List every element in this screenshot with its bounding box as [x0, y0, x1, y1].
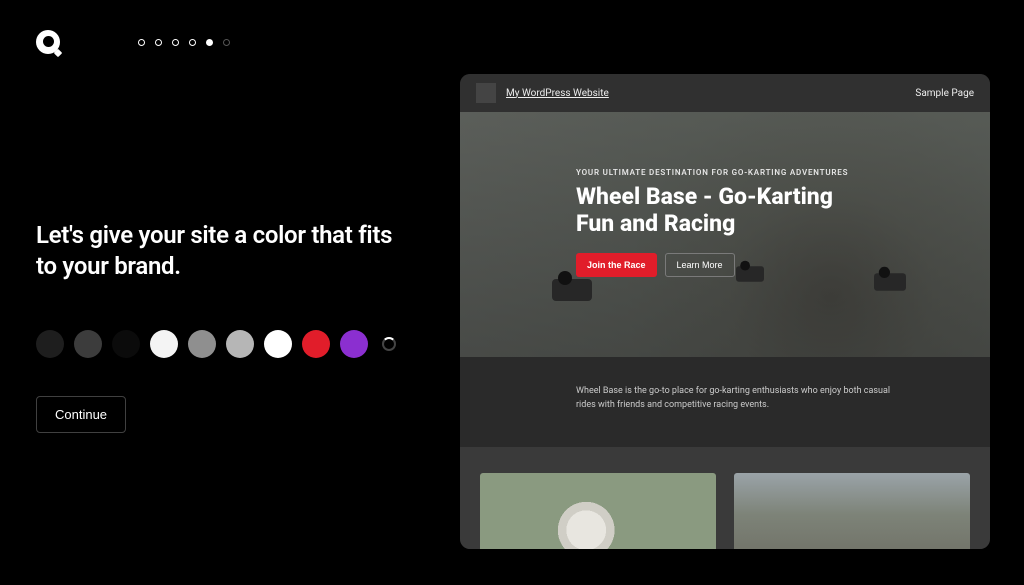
- hero-illustration-kart: [552, 279, 592, 301]
- hero-title: Wheel Base - Go-Karting Fun and Racing: [576, 183, 876, 237]
- color-swatch-light-gray[interactable]: [188, 330, 216, 358]
- color-swatch-black[interactable]: [112, 330, 140, 358]
- color-swatch-row: [36, 330, 396, 358]
- site-preview: My WordPress Website Sample Page YOUR UL…: [460, 74, 990, 549]
- hero-illustration-kart: [874, 273, 906, 291]
- intro-section: Wheel Base is the go-to place for go-kar…: [460, 357, 990, 447]
- hero-eyebrow: YOUR ULTIMATE DESTINATION FOR GO-KARTING…: [576, 168, 990, 177]
- color-swatch-purple[interactable]: [340, 330, 368, 358]
- preview-header: My WordPress Website Sample Page: [460, 74, 990, 112]
- color-swatch-silver[interactable]: [226, 330, 254, 358]
- step-dot[interactable]: [172, 39, 179, 46]
- cta-primary-button[interactable]: Join the Race: [576, 253, 657, 277]
- loading-spinner-icon: [382, 337, 396, 351]
- step-dot[interactable]: [138, 39, 145, 46]
- app-logo: [36, 30, 60, 54]
- site-title-link[interactable]: My WordPress Website: [506, 88, 609, 99]
- continue-button[interactable]: Continue: [36, 396, 126, 433]
- nav-link-sample-page[interactable]: Sample Page: [915, 88, 974, 99]
- hero-illustration-kart: [736, 266, 764, 281]
- color-swatch-white[interactable]: [150, 330, 178, 358]
- feature-card[interactable]: [734, 473, 970, 549]
- step-dot[interactable]: [189, 39, 196, 46]
- color-swatch-pure-white[interactable]: [264, 330, 292, 358]
- step-dot[interactable]: [223, 39, 230, 46]
- hero-section: YOUR ULTIMATE DESTINATION FOR GO-KARTING…: [460, 112, 990, 357]
- feature-cards-row: [460, 447, 990, 549]
- color-swatch-almost-black[interactable]: [36, 330, 64, 358]
- step-indicator: [138, 39, 230, 46]
- step-dot[interactable]: [206, 39, 213, 46]
- color-swatch-red[interactable]: [302, 330, 330, 358]
- cta-secondary-button[interactable]: Learn More: [665, 253, 735, 277]
- page-title: Let's give your site a color that fits t…: [36, 220, 396, 282]
- site-logo-thumb: [476, 83, 496, 103]
- intro-text: Wheel Base is the go-to place for go-kar…: [576, 385, 896, 413]
- color-swatch-dark-gray[interactable]: [74, 330, 102, 358]
- step-dot[interactable]: [155, 39, 162, 46]
- feature-card[interactable]: [480, 473, 716, 549]
